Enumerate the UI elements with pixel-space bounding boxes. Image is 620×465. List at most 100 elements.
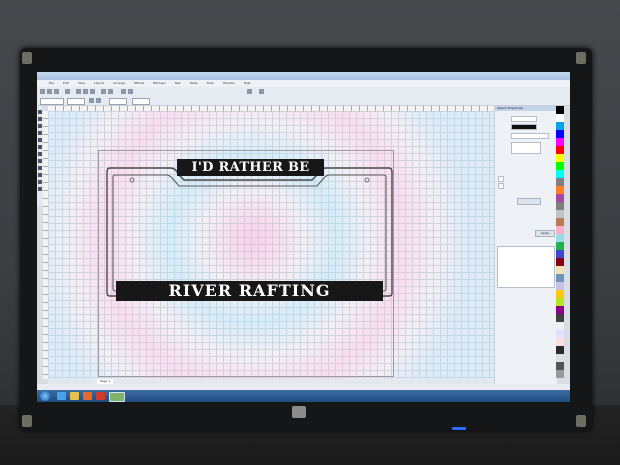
explorer-icon[interactable] (70, 392, 79, 400)
mount-clip (22, 52, 32, 64)
outline-width-select[interactable] (511, 116, 537, 122)
palette-swatch[interactable] (556, 186, 564, 194)
copy-icon[interactable] (83, 89, 88, 94)
palette-swatch[interactable] (556, 266, 564, 274)
outline-color-swatch[interactable] (511, 124, 537, 130)
zoom-tool-icon[interactable] (38, 131, 42, 135)
corner-options[interactable] (511, 142, 541, 154)
units-select[interactable] (109, 98, 127, 105)
table-tool-icon[interactable] (38, 173, 42, 177)
text-tool-icon[interactable] (38, 166, 42, 170)
zoom-icon[interactable] (247, 89, 252, 94)
export-icon[interactable] (128, 89, 133, 94)
menu-view[interactable]: View (78, 80, 85, 87)
menu-file[interactable]: File (49, 80, 54, 87)
frame-inner-outline (112, 174, 387, 292)
menu-text[interactable]: Text (175, 80, 181, 87)
line-style-select[interactable] (511, 133, 549, 139)
palette-swatch[interactable] (556, 234, 564, 242)
edit-button[interactable] (517, 198, 541, 205)
menu-help[interactable]: Help (244, 80, 251, 87)
palette-swatch[interactable] (556, 338, 564, 346)
fill-tool-icon[interactable] (38, 180, 42, 184)
palette-swatch[interactable] (556, 298, 564, 306)
palette-swatch[interactable] (556, 322, 564, 330)
docker-title: Object Properties (495, 106, 557, 111)
palette-swatch[interactable] (556, 226, 564, 234)
monitor-logo (292, 406, 306, 418)
palette-swatch[interactable] (556, 154, 564, 162)
palette-swatch[interactable] (556, 282, 564, 290)
rectangle-tool-icon[interactable] (38, 145, 42, 149)
width-field[interactable] (67, 98, 85, 105)
polygon-tool-icon[interactable] (38, 159, 42, 163)
menu-bitmaps[interactable]: Bitmaps (153, 80, 165, 87)
palette-swatch[interactable] (556, 146, 564, 154)
palette-swatch[interactable] (556, 178, 564, 186)
palette-swatch[interactable] (556, 250, 564, 258)
license-plate-frame[interactable] (106, 158, 393, 297)
menu-table[interactable]: Table (190, 80, 198, 87)
palette-swatch[interactable] (556, 314, 564, 322)
palette-swatch[interactable] (556, 258, 564, 266)
nudge-field[interactable] (132, 98, 150, 105)
palette-swatch[interactable] (556, 218, 564, 226)
snap-icon[interactable] (259, 89, 264, 94)
freehand-tool-icon[interactable] (38, 138, 42, 142)
artwork-top-text[interactable]: I'D RATHER BE (177, 159, 324, 176)
firefox-icon[interactable] (83, 392, 92, 400)
pick-tool-icon[interactable] (38, 110, 42, 114)
menu-arrange[interactable]: Arrange (113, 80, 125, 87)
menu-layout[interactable]: Layout (94, 80, 104, 87)
artwork-bottom-text[interactable]: RIVER RAFTING (116, 281, 383, 301)
palette-swatch[interactable] (556, 194, 564, 202)
coreldraw-icon[interactable] (109, 392, 125, 402)
new-icon[interactable] (40, 89, 45, 94)
start-orb-icon[interactable] (40, 391, 50, 401)
palette-swatch[interactable] (556, 354, 564, 362)
save-icon[interactable] (54, 89, 59, 94)
crop-tool-icon[interactable] (38, 124, 42, 128)
undo-icon[interactable] (101, 89, 106, 94)
shape-tool-icon[interactable] (38, 117, 42, 121)
menu-window[interactable]: Window (223, 80, 235, 87)
media-icon[interactable] (96, 392, 105, 400)
menu-tools[interactable]: Tools (206, 80, 213, 87)
palette-swatch[interactable] (556, 138, 564, 146)
paste-icon[interactable] (90, 89, 95, 94)
palette-swatch[interactable] (556, 306, 564, 314)
menu-edit[interactable]: Edit (63, 80, 69, 87)
palette-swatch[interactable] (556, 106, 564, 114)
redo-icon[interactable] (108, 89, 113, 94)
palette-swatch[interactable] (556, 290, 564, 298)
palette-swatch[interactable] (556, 330, 564, 338)
mount-clip (22, 415, 32, 427)
cut-icon[interactable] (76, 89, 81, 94)
palette-swatch[interactable] (556, 210, 564, 218)
palette-swatch[interactable] (556, 346, 564, 354)
palette-swatch[interactable] (556, 162, 564, 170)
palette-swatch[interactable] (556, 202, 564, 210)
object-manager-list[interactable] (497, 246, 555, 288)
ellipse-tool-icon[interactable] (38, 152, 42, 156)
outline-tool-icon[interactable] (38, 187, 42, 191)
palette-swatch[interactable] (556, 122, 564, 130)
portrait-icon[interactable] (89, 98, 94, 103)
palette-swatch[interactable] (556, 362, 564, 370)
ie-icon[interactable] (57, 392, 66, 400)
palette-swatch[interactable] (556, 170, 564, 178)
open-icon[interactable] (47, 89, 52, 94)
palette-swatch[interactable] (556, 370, 564, 378)
palette-swatch[interactable] (556, 274, 564, 282)
import-icon[interactable] (121, 89, 126, 94)
paper-size-select[interactable] (40, 98, 64, 105)
behind-fill-checkbox[interactable] (498, 176, 504, 182)
menu-effects[interactable]: Effects (134, 80, 144, 87)
palette-swatch[interactable] (556, 130, 564, 138)
apply-button[interactable]: Apply (535, 230, 555, 237)
landscape-icon[interactable] (96, 98, 101, 103)
print-icon[interactable] (65, 89, 70, 94)
palette-swatch[interactable] (556, 242, 564, 250)
scale-with-image-checkbox[interactable] (498, 183, 504, 189)
palette-swatch[interactable] (556, 114, 564, 122)
